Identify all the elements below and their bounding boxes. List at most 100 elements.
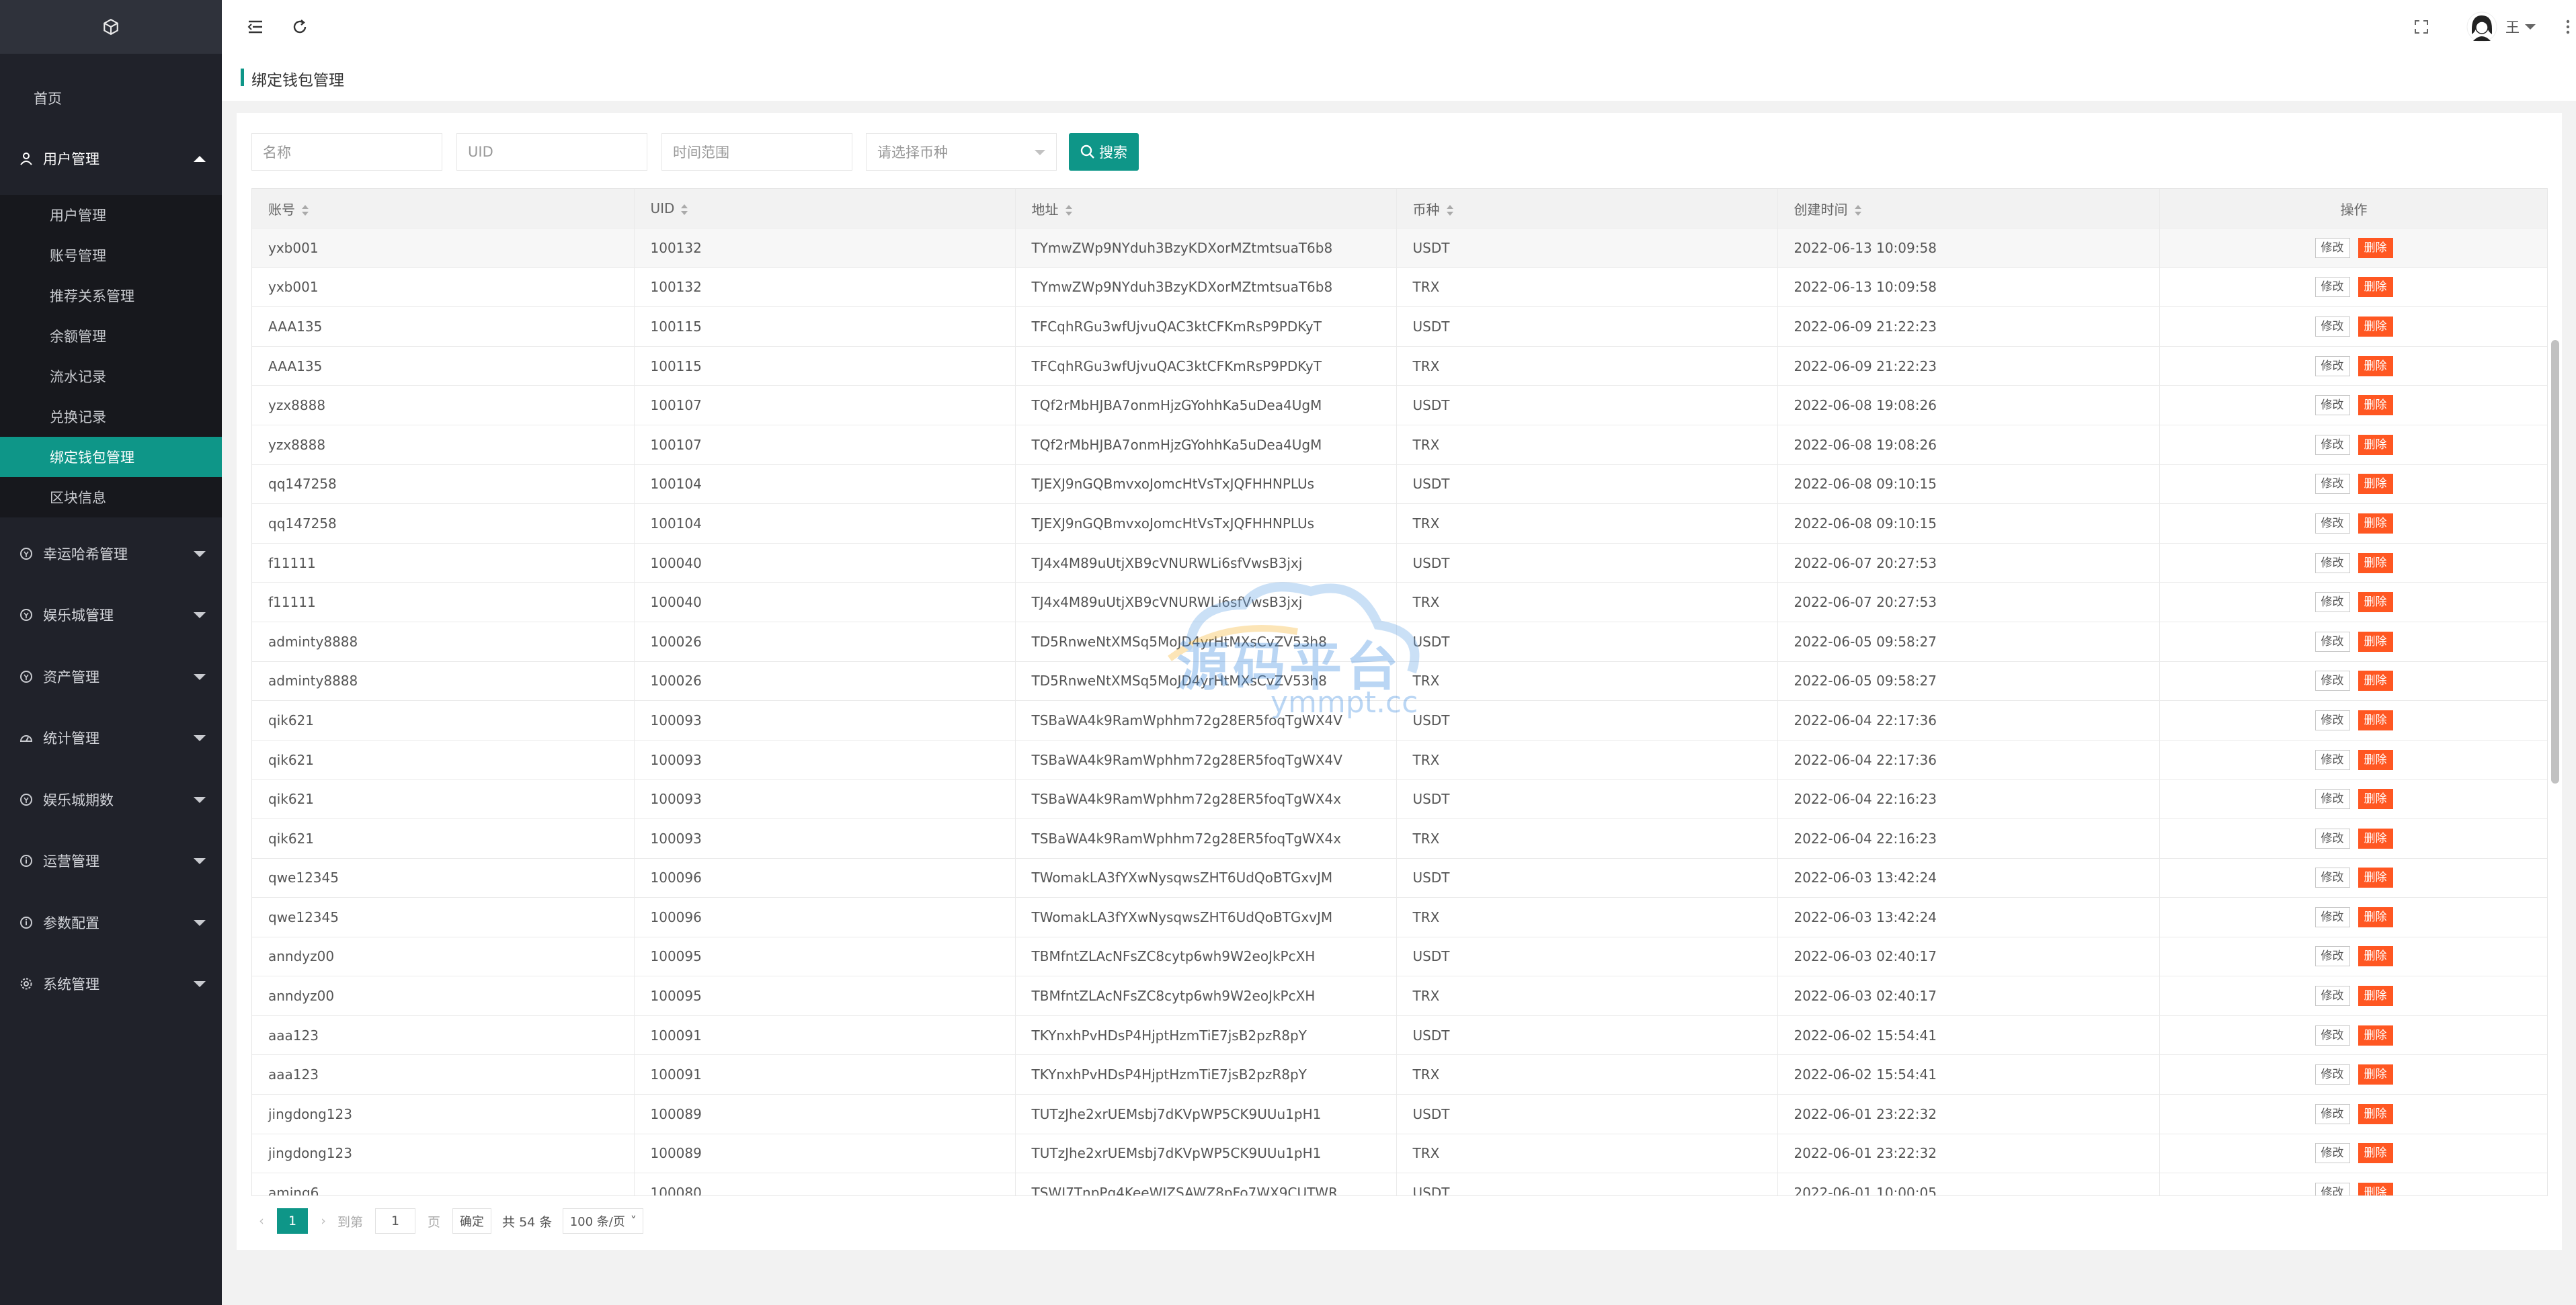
next-page-icon[interactable]: › [313, 1214, 333, 1228]
delete-button[interactable]: 删除 [2358, 513, 2393, 534]
cell-coin: TRX [1396, 976, 1778, 1016]
sub-item-accounts[interactable]: 账号管理 [0, 235, 222, 276]
sub-item-block-info[interactable]: 区块信息 [0, 477, 222, 517]
delete-button[interactable]: 删除 [2358, 316, 2393, 337]
edit-button[interactable]: 修改 [2315, 1103, 2350, 1124]
edit-button[interactable]: 修改 [2315, 277, 2350, 298]
delete-button[interactable]: 删除 [2358, 434, 2393, 455]
cell-uid: 100091 [634, 1054, 1016, 1095]
sort-icon[interactable] [1446, 205, 1453, 216]
coin-icon [19, 546, 34, 561]
edit-button[interactable]: 修改 [2315, 237, 2350, 258]
delete-button[interactable]: 删除 [2358, 828, 2393, 849]
sub-item-exchange[interactable]: 兑换记录 [0, 396, 222, 437]
nav-operations[interactable]: 运营管理 [0, 841, 222, 881]
col-address[interactable]: 地址 [1015, 189, 1397, 228]
edit-button[interactable]: 修改 [2315, 1183, 2350, 1195]
sub-item-balance[interactable]: 余额管理 [0, 316, 222, 356]
edit-button[interactable]: 修改 [2315, 592, 2350, 613]
sort-icon[interactable] [302, 205, 309, 216]
delete-button[interactable]: 删除 [2358, 1143, 2393, 1164]
delete-button[interactable]: 删除 [2358, 789, 2393, 810]
delete-button[interactable]: 删除 [2358, 1103, 2393, 1124]
user-menu[interactable]: 王 [2466, 9, 2536, 44]
name-input[interactable]: 名称 [251, 133, 442, 171]
col-account[interactable]: 账号 [252, 189, 635, 228]
nav-assets[interactable]: 资产管理 [0, 657, 222, 697]
col-created[interactable]: 创建时间 [1777, 189, 2160, 228]
edit-button[interactable]: 修改 [2315, 1064, 2350, 1085]
edit-button[interactable]: 修改 [2315, 710, 2350, 730]
edit-button[interactable]: 修改 [2315, 789, 2350, 810]
edit-button[interactable]: 修改 [2315, 1025, 2350, 1046]
edit-button[interactable]: 修改 [2315, 316, 2350, 337]
sub-item-flow[interactable]: 流水记录 [0, 356, 222, 396]
sub-item-wallet-binding[interactable]: 绑定钱包管理 [0, 437, 222, 477]
nav-home[interactable]: 首页 [0, 78, 222, 118]
fullscreen-icon[interactable] [2412, 17, 2431, 36]
delete-button[interactable]: 删除 [2358, 986, 2393, 1007]
page-number-current[interactable]: 1 [277, 1208, 308, 1234]
sort-icon[interactable] [1065, 205, 1072, 216]
delete-button[interactable]: 删除 [2358, 946, 2393, 967]
edit-button[interactable]: 修改 [2315, 395, 2350, 416]
table-scrollbar[interactable] [2551, 340, 2559, 784]
coin-select[interactable]: 请选择币种 [866, 133, 1057, 171]
edit-button[interactable]: 修改 [2315, 631, 2350, 652]
delete-button[interactable]: 删除 [2358, 592, 2393, 613]
nav-params[interactable]: 参数配置 [0, 902, 222, 943]
delete-button[interactable]: 删除 [2358, 671, 2393, 691]
nav-user-group[interactable]: 用户管理 [0, 138, 222, 179]
delete-button[interactable]: 删除 [2358, 1025, 2393, 1046]
more-vertical-icon[interactable] [2560, 17, 2576, 36]
delete-button[interactable]: 删除 [2358, 868, 2393, 888]
delete-button[interactable]: 删除 [2358, 395, 2393, 416]
delete-button[interactable]: 删除 [2358, 474, 2393, 495]
edit-button[interactable]: 修改 [2315, 434, 2350, 455]
nav-casino[interactable]: 娱乐城管理 [0, 595, 222, 635]
delete-button[interactable]: 删除 [2358, 1183, 2393, 1195]
delete-button[interactable]: 删除 [2358, 749, 2393, 770]
edit-button[interactable]: 修改 [2315, 946, 2350, 967]
sub-item-referrals[interactable]: 推荐关系管理 [0, 276, 222, 316]
edit-button[interactable]: 修改 [2315, 355, 2350, 376]
edit-button[interactable]: 修改 [2315, 474, 2350, 495]
delete-button[interactable]: 删除 [2358, 552, 2393, 573]
delete-button[interactable]: 删除 [2358, 1064, 2393, 1085]
edit-button[interactable]: 修改 [2315, 1143, 2350, 1164]
sort-icon[interactable] [1854, 205, 1861, 216]
delete-button[interactable]: 删除 [2358, 277, 2393, 298]
delete-button[interactable]: 删除 [2358, 631, 2393, 652]
edit-button[interactable]: 修改 [2315, 907, 2350, 927]
edit-button[interactable]: 修改 [2315, 868, 2350, 888]
delete-button[interactable]: 删除 [2358, 355, 2393, 376]
edit-button[interactable]: 修改 [2315, 749, 2350, 770]
edit-button[interactable]: 修改 [2315, 513, 2350, 534]
delete-button[interactable]: 删除 [2358, 907, 2393, 927]
nav-stats[interactable]: 统计管理 [0, 718, 222, 758]
time-range-input[interactable]: 时间范围 [661, 133, 852, 171]
delete-button[interactable]: 删除 [2358, 237, 2393, 258]
nav-lucky-hash[interactable]: 幸运哈希管理 [0, 534, 222, 574]
col-coin[interactable]: 币种 [1396, 189, 1778, 228]
edit-button[interactable]: 修改 [2315, 986, 2350, 1007]
goto-confirm-button[interactable]: 确定 [452, 1208, 492, 1234]
col-label: 币种 [1412, 201, 1440, 218]
uid-input[interactable]: UID [456, 133, 647, 171]
logo-bar[interactable] [0, 0, 222, 54]
edit-button[interactable]: 修改 [2315, 552, 2350, 573]
nav-casino-periods[interactable]: 娱乐城期数 [0, 780, 222, 820]
edit-button[interactable]: 修改 [2315, 828, 2350, 849]
sort-icon[interactable] [681, 204, 688, 215]
goto-page-input[interactable]: 1 [375, 1208, 416, 1234]
delete-button[interactable]: 删除 [2358, 710, 2393, 730]
menu-toggle-icon[interactable] [246, 17, 265, 36]
edit-button[interactable]: 修改 [2315, 671, 2350, 691]
prev-page-icon[interactable]: ‹ [251, 1214, 272, 1228]
col-uid[interactable]: UID [634, 189, 1016, 228]
page-size-select[interactable]: 100 条/页 ˅ [563, 1208, 644, 1234]
sub-item-users[interactable]: 用户管理 [0, 195, 222, 235]
refresh-icon[interactable] [290, 17, 309, 36]
nav-system[interactable]: 系统管理 [0, 964, 222, 1004]
search-button[interactable]: 搜索 [1069, 133, 1139, 171]
